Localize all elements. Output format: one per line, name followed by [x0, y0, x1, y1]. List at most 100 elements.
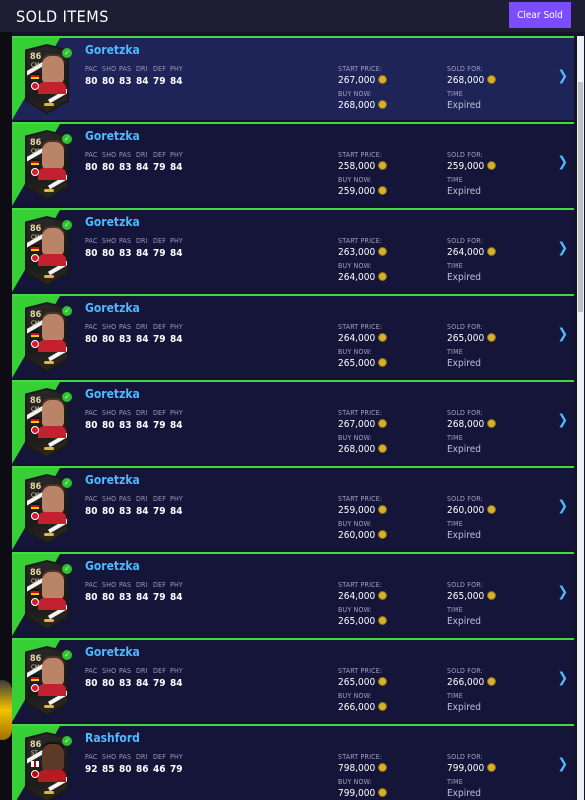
buy-now-label: BUY NOW:: [338, 262, 372, 270]
card-face: 86 CM: [27, 648, 67, 714]
sold-for-value: 799,000: [447, 762, 497, 774]
stat-value-dri: 84: [136, 506, 149, 517]
time-label: TIME: [447, 348, 463, 356]
card-rating: 86: [30, 52, 42, 62]
boot-icon: [44, 189, 54, 192]
chevron-right-icon[interactable]: ❯: [557, 756, 568, 772]
player-name: Goretzka: [85, 387, 140, 401]
stat-value-pas: 83: [119, 162, 132, 173]
sold-item-row[interactable]: 86 ST ✓ Rashford PAC SHO PAS DRI DEF PHY 92 85…: [12, 724, 574, 800]
clear-sold-button[interactable]: Clear Sold: [509, 2, 571, 28]
stat-label-pas: PAS: [119, 495, 132, 503]
stat-label-dri: DRI: [136, 409, 148, 417]
chevron-right-icon[interactable]: ❯: [557, 68, 568, 84]
sold-item-row[interactable]: 86 CM ✓ Goretzka PAC SHO PAS DRI DEF PHY 80 80…: [12, 466, 574, 550]
start-price-value: 259,000: [338, 504, 388, 516]
stat-value-dri: 84: [136, 162, 149, 173]
chevron-right-icon[interactable]: ❯: [557, 154, 568, 170]
sold-for-label: SOLD FOR:: [447, 495, 483, 503]
player-name: Goretzka: [85, 645, 140, 659]
player-name: Goretzka: [85, 129, 140, 143]
stat-value-pas: 83: [119, 248, 132, 259]
chevron-right-icon[interactable]: ❯: [557, 498, 568, 514]
stat-label-def: DEF: [153, 323, 167, 331]
coin-icon: [487, 504, 497, 514]
sold-item-row[interactable]: 86 CM ✓ Goretzka PAC SHO PAS DRI DEF PHY 80 80…: [12, 638, 574, 722]
time-label: TIME: [447, 90, 463, 98]
coin-icon: [378, 504, 388, 514]
buy-now-value: 266,000: [338, 701, 388, 713]
sold-item-row[interactable]: 86 CM ✓ Goretzka PAC SHO PAS DRI DEF PHY 80 80…: [12, 294, 574, 378]
player-photo: [42, 56, 64, 84]
stat-value-sho: 80: [102, 334, 115, 345]
stat-values: 80 80 83 84 79 84: [85, 334, 187, 345]
player-name: Goretzka: [85, 43, 140, 57]
buy-now-label: BUY NOW:: [338, 778, 372, 786]
stat-value-pas: 83: [119, 76, 132, 87]
sold-item-row[interactable]: 86 CM ✓ Goretzka PAC SHO PAS DRI DEF PHY 80 80…: [12, 122, 574, 206]
coin-icon: [378, 701, 388, 711]
sold-for-label: SOLD FOR:: [447, 581, 483, 589]
start-price-value: 264,000: [338, 332, 388, 344]
scrollbar[interactable]: [577, 36, 584, 800]
buy-now-value: 265,000: [338, 357, 388, 369]
club-badge-icon: [31, 426, 39, 434]
stat-values: 80 80 83 84 79 84: [85, 162, 187, 173]
stat-value-pac: 80: [85, 592, 98, 603]
coin-icon: [378, 160, 388, 170]
player-photo: [42, 228, 64, 256]
buy-now-value: 259,000: [338, 185, 388, 197]
card-position: CM: [31, 320, 40, 327]
chevron-right-icon[interactable]: ❯: [557, 670, 568, 686]
coin-icon: [487, 332, 497, 342]
time-value: Expired: [447, 616, 481, 627]
stat-value-pas: 83: [119, 420, 132, 431]
start-price-label: START PRICE:: [338, 323, 383, 331]
stat-value-pac: 92: [85, 764, 98, 775]
stat-values: 80 80 83 84 79 84: [85, 678, 187, 689]
buy-now-label: BUY NOW:: [338, 434, 372, 442]
sold-for-value: 268,000: [447, 418, 497, 430]
background-panel: [0, 0, 12, 800]
card-rating: 86: [30, 396, 42, 406]
stat-label-def: DEF: [153, 667, 167, 675]
player-name: Rashford: [85, 731, 140, 745]
start-price-label: START PRICE:: [338, 667, 383, 675]
sold-item-row[interactable]: 86 CM ✓ Goretzka PAC SHO PAS DRI DEF PHY 80 80…: [12, 208, 574, 292]
scrollbar-thumb[interactable]: [578, 82, 583, 312]
stat-label-phy: PHY: [170, 151, 183, 159]
stat-label-pas: PAS: [119, 753, 132, 761]
chevron-right-icon[interactable]: ❯: [557, 584, 568, 600]
card-face: 86 CM: [27, 562, 67, 628]
stat-value-def: 79: [153, 162, 166, 173]
checkmark-icon: ✓: [62, 478, 72, 488]
chevron-right-icon[interactable]: ❯: [557, 240, 568, 256]
player-photo: [42, 572, 64, 600]
boot-icon: [44, 619, 54, 622]
sold-item-row[interactable]: 86 CM ✓ Goretzka PAC SHO PAS DRI DEF PHY 80 80…: [12, 552, 574, 636]
player-name: Goretzka: [85, 301, 140, 315]
chevron-right-icon[interactable]: ❯: [557, 326, 568, 342]
stat-label-def: DEF: [153, 495, 167, 503]
stat-values: 80 80 83 84 79 84: [85, 248, 187, 259]
start-price-value: 258,000: [338, 160, 388, 172]
stat-value-sho: 80: [102, 678, 115, 689]
club-badge-icon: [31, 168, 39, 176]
buy-now-value: 260,000: [338, 529, 388, 541]
stat-value-def: 46: [153, 764, 166, 775]
checkmark-icon: ✓: [62, 564, 72, 574]
card-face: 86 CM: [27, 132, 67, 198]
stat-value-phy: 84: [170, 592, 183, 603]
player-photo: [42, 744, 64, 772]
stat-value-sho: 80: [102, 420, 115, 431]
stat-value-dri: 84: [136, 592, 149, 603]
sold-item-row[interactable]: 86 CM ✓ Goretzka PAC SHO PAS DRI DEF PHY 80 80…: [12, 36, 574, 120]
stat-value-phy: 84: [170, 420, 183, 431]
chevron-right-icon[interactable]: ❯: [557, 412, 568, 428]
card-position: CM: [31, 234, 40, 241]
stat-label-pas: PAS: [119, 581, 132, 589]
coin-icon: [378, 74, 388, 84]
card-position: CM: [31, 406, 40, 413]
buy-now-label: BUY NOW:: [338, 606, 372, 614]
sold-item-row[interactable]: 86 CM ✓ Goretzka PAC SHO PAS DRI DEF PHY 80 80…: [12, 380, 574, 464]
